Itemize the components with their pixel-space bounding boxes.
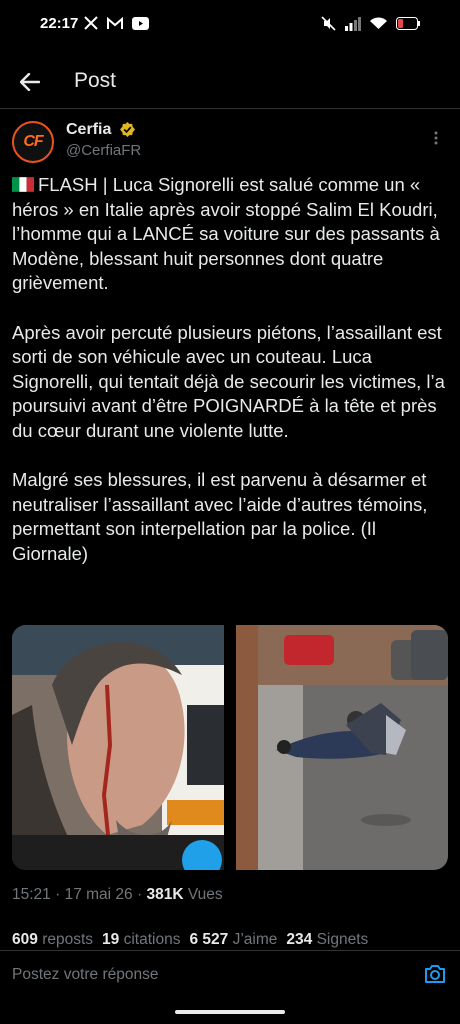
likes-label: J’aime [232,931,278,948]
gmail-icon [107,16,123,35]
reposts-stat[interactable]: 609 reposts [12,931,93,949]
quotes-count: 19 [102,931,120,948]
tweet-paragraph: Malgré ses blessures, il est parvenu à d… [12,469,428,564]
reposts-count: 609 [12,931,38,948]
camera-button[interactable] [424,964,446,989]
engagement-stats: 609 reposts 19 citations 6 527 J’aime 23… [12,931,368,949]
likes-count: 6 527 [189,931,229,948]
post-date: 17 mai 26 [64,886,133,903]
mute-icon [321,16,336,36]
back-arrow-icon [20,73,40,91]
author-handle[interactable]: @CerfiaFR [66,142,141,159]
quotes-stat[interactable]: 19 citations [102,931,180,949]
author-name[interactable]: Cerfia [66,121,111,139]
tweet-paragraph: FLASH | Luca Signorelli est salué comme … [12,173,448,296]
notification-icons [84,16,149,35]
tweet-paragraph-text: FLASH | Luca Signorelli est salué comme … [12,174,440,294]
page-title: Post [74,69,117,92]
more-options-button[interactable] [426,128,446,148]
likes-stat[interactable]: 6 527 J’aime [189,931,277,949]
bookmarks-count: 234 [286,931,313,948]
meta-separator: · [55,886,61,903]
reply-input[interactable] [12,966,372,984]
photo-street-struggle[interactable] [236,625,448,870]
meta-separator: · [136,886,143,903]
tweet-body: FLASH | Luca Signorelli est salué comme … [12,173,448,591]
views-label: Vues [187,886,223,903]
reposts-label: reposts [42,931,94,948]
battery-low-icon [396,17,420,35]
avatar[interactable]: CF [12,121,54,163]
more-vertical-icon [434,131,438,145]
author-block: CF Cerfia @CerfiaFR [0,118,460,170]
wifi-icon [370,17,387,35]
tweet-meta: 15:21 · 17 mai 26 · 381K Vues [12,886,223,904]
photo-injured-man[interactable] [12,625,224,870]
post-time: 15:21 [12,886,51,903]
avatar-logo: CF [23,133,43,150]
back-button[interactable] [16,68,44,96]
youtube-icon [132,16,149,35]
bookmarks-stat[interactable]: 234 Signets [286,931,368,949]
italy-flag-icon [12,177,34,192]
bookmarks-label: Signets [316,931,369,948]
status-time: 22:17 [40,15,79,32]
system-icons [321,16,420,36]
post-header: Post [0,56,460,109]
tweet-paragraph: Après avoir percuté plusieurs piétons, l… [12,321,445,441]
home-indicator[interactable] [175,1010,285,1014]
camera-icon [425,965,445,983]
quotes-label: citations [123,931,181,948]
reply-bar [0,950,460,1001]
x-app-icon [84,16,98,35]
signal-icon [345,16,361,36]
media-grid [12,625,448,870]
verified-badge-icon [120,122,135,142]
views-count: 381K [146,886,184,903]
status-bar: 22:17 [0,0,460,50]
